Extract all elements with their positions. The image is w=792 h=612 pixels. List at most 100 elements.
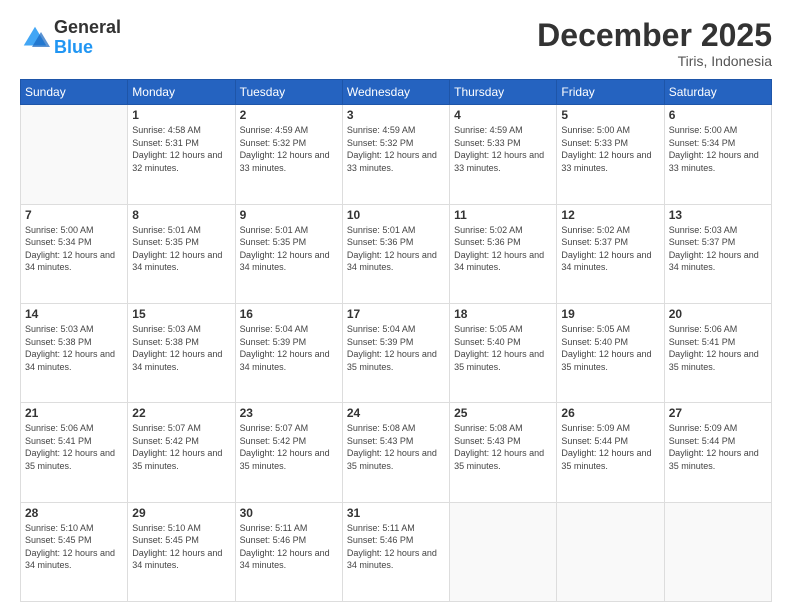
table-cell: 26 Sunrise: 5:09 AM Sunset: 5:44 PM Dayli… — [557, 403, 664, 502]
day-number: 29 — [132, 506, 230, 520]
day-number: 23 — [240, 406, 338, 420]
day-number: 26 — [561, 406, 659, 420]
table-cell: 30 Sunrise: 5:11 AM Sunset: 5:46 PM Dayli… — [235, 502, 342, 601]
day-info: Sunrise: 5:07 AM Sunset: 5:42 PM Dayligh… — [240, 422, 338, 472]
day-number: 27 — [669, 406, 767, 420]
table-cell: 6Sunrise: 5:00 AM Sunset: 5:34 PM Daylig… — [664, 105, 771, 204]
logo-text: General Blue — [54, 18, 121, 58]
table-cell: 14 Sunrise: 5:03 AM Sunset: 5:38 PM Dayli… — [21, 303, 128, 402]
day-info: Sunrise: 4:58 AM Sunset: 5:31 PM Dayligh… — [132, 124, 230, 174]
day-number: 21 — [25, 406, 123, 420]
table-cell: 28 Sunrise: 5:10 AM Sunset: 5:45 PM Dayli… — [21, 502, 128, 601]
day-number: 25 — [454, 406, 552, 420]
table-cell — [450, 502, 557, 601]
day-number: 18 — [454, 307, 552, 321]
table-cell: 9 Sunrise: 5:01 AM Sunset: 5:35 PM Daylig… — [235, 204, 342, 303]
day-number: 1 — [132, 108, 230, 122]
table-cell: 7Sunrise: 5:00 AM Sunset: 5:34 PM Daylig… — [21, 204, 128, 303]
day-info: Sunrise: 5:05 AM Sunset: 5:40 PM Dayligh… — [561, 323, 659, 373]
table-cell: 18 Sunrise: 5:05 AM Sunset: 5:40 PM Dayli… — [450, 303, 557, 402]
day-info: Sunrise: 5:01 AM Sunset: 5:35 PM Dayligh… — [240, 224, 338, 274]
page: General Blue December 2025 Tiris, Indone… — [0, 0, 792, 612]
day-number: 9 — [240, 208, 338, 222]
day-info: Sunrise: 5:06 AM Sunset: 5:41 PM Dayligh… — [25, 422, 123, 472]
day-number: 17 — [347, 307, 445, 321]
day-number: 22 — [132, 406, 230, 420]
day-info: Sunrise: 5:00 AM Sunset: 5:34 PM Dayligh… — [669, 124, 767, 174]
table-cell: 4 Sunrise: 4:59 AM Sunset: 5:33 PM Daylig… — [450, 105, 557, 204]
table-cell: 20 Sunrise: 5:06 AM Sunset: 5:41 PM Dayli… — [664, 303, 771, 402]
day-info: Sunrise: 5:09 AM Sunset: 5:44 PM Dayligh… — [669, 422, 767, 472]
day-number: 4 — [454, 108, 552, 122]
day-number: 24 — [347, 406, 445, 420]
day-number: 31 — [347, 506, 445, 520]
table-cell — [21, 105, 128, 204]
day-info: Sunrise: 5:03 AM Sunset: 5:38 PM Dayligh… — [25, 323, 123, 373]
day-number: 15 — [132, 307, 230, 321]
table-cell — [664, 502, 771, 601]
day-number: 2 — [240, 108, 338, 122]
header-wednesday: Wednesday — [342, 80, 449, 105]
day-number: 28 — [25, 506, 123, 520]
logo-icon — [20, 23, 50, 53]
table-cell: 31 Sunrise: 5:11 AM Sunset: 5:46 PM Dayli… — [342, 502, 449, 601]
week-row-3: 14 Sunrise: 5:03 AM Sunset: 5:38 PM Dayli… — [21, 303, 772, 402]
day-info: Sunrise: 4:59 AM Sunset: 5:32 PM Dayligh… — [240, 124, 338, 174]
table-cell: 5Sunrise: 5:00 AM Sunset: 5:33 PM Daylig… — [557, 105, 664, 204]
weekday-header-row: Sunday Monday Tuesday Wednesday Thursday… — [21, 80, 772, 105]
day-info: Sunrise: 5:10 AM Sunset: 5:45 PM Dayligh… — [25, 522, 123, 572]
header-monday: Monday — [128, 80, 235, 105]
table-cell: 19 Sunrise: 5:05 AM Sunset: 5:40 PM Dayli… — [557, 303, 664, 402]
day-info: Sunrise: 5:07 AM Sunset: 5:42 PM Dayligh… — [132, 422, 230, 472]
header: General Blue December 2025 Tiris, Indone… — [20, 18, 772, 69]
day-number: 3 — [347, 108, 445, 122]
day-number: 11 — [454, 208, 552, 222]
day-info: Sunrise: 5:01 AM Sunset: 5:35 PM Dayligh… — [132, 224, 230, 274]
logo-general: General — [54, 17, 121, 37]
table-cell: 16 Sunrise: 5:04 AM Sunset: 5:39 PM Dayli… — [235, 303, 342, 402]
calendar-subtitle: Tiris, Indonesia — [537, 53, 772, 69]
day-info: Sunrise: 5:11 AM Sunset: 5:46 PM Dayligh… — [240, 522, 338, 572]
table-cell: 10 Sunrise: 5:01 AM Sunset: 5:36 PM Dayli… — [342, 204, 449, 303]
day-info: Sunrise: 5:00 AM Sunset: 5:34 PM Dayligh… — [25, 224, 123, 274]
day-info: Sunrise: 5:04 AM Sunset: 5:39 PM Dayligh… — [240, 323, 338, 373]
header-saturday: Saturday — [664, 80, 771, 105]
week-row-5: 28 Sunrise: 5:10 AM Sunset: 5:45 PM Dayli… — [21, 502, 772, 601]
table-cell: 25 Sunrise: 5:08 AM Sunset: 5:43 PM Dayli… — [450, 403, 557, 502]
day-number: 8 — [132, 208, 230, 222]
table-cell: 17 Sunrise: 5:04 AM Sunset: 5:39 PM Dayli… — [342, 303, 449, 402]
table-cell: 8 Sunrise: 5:01 AM Sunset: 5:35 PM Daylig… — [128, 204, 235, 303]
header-sunday: Sunday — [21, 80, 128, 105]
day-info: Sunrise: 5:11 AM Sunset: 5:46 PM Dayligh… — [347, 522, 445, 572]
calendar-title: December 2025 — [537, 18, 772, 53]
day-info: Sunrise: 5:01 AM Sunset: 5:36 PM Dayligh… — [347, 224, 445, 274]
day-info: Sunrise: 4:59 AM Sunset: 5:33 PM Dayligh… — [454, 124, 552, 174]
day-info: Sunrise: 5:08 AM Sunset: 5:43 PM Dayligh… — [454, 422, 552, 472]
day-info: Sunrise: 5:09 AM Sunset: 5:44 PM Dayligh… — [561, 422, 659, 472]
table-cell: 27 Sunrise: 5:09 AM Sunset: 5:44 PM Dayli… — [664, 403, 771, 502]
table-cell: 21 Sunrise: 5:06 AM Sunset: 5:41 PM Dayli… — [21, 403, 128, 502]
day-info: Sunrise: 5:04 AM Sunset: 5:39 PM Dayligh… — [347, 323, 445, 373]
day-info: Sunrise: 5:10 AM Sunset: 5:45 PM Dayligh… — [132, 522, 230, 572]
day-number: 13 — [669, 208, 767, 222]
table-cell: 13Sunrise: 5:03 AM Sunset: 5:37 PM Dayli… — [664, 204, 771, 303]
day-info: Sunrise: 5:05 AM Sunset: 5:40 PM Dayligh… — [454, 323, 552, 373]
table-cell: 23 Sunrise: 5:07 AM Sunset: 5:42 PM Dayli… — [235, 403, 342, 502]
day-number: 30 — [240, 506, 338, 520]
week-row-2: 7Sunrise: 5:00 AM Sunset: 5:34 PM Daylig… — [21, 204, 772, 303]
day-info: Sunrise: 5:02 AM Sunset: 5:36 PM Dayligh… — [454, 224, 552, 274]
day-number: 10 — [347, 208, 445, 222]
day-info: Sunrise: 4:59 AM Sunset: 5:32 PM Dayligh… — [347, 124, 445, 174]
header-thursday: Thursday — [450, 80, 557, 105]
week-row-4: 21 Sunrise: 5:06 AM Sunset: 5:41 PM Dayli… — [21, 403, 772, 502]
logo-blue: Blue — [54, 37, 93, 57]
day-number: 19 — [561, 307, 659, 321]
logo: General Blue — [20, 18, 121, 58]
day-info: Sunrise: 5:06 AM Sunset: 5:41 PM Dayligh… — [669, 323, 767, 373]
day-number: 14 — [25, 307, 123, 321]
day-number: 16 — [240, 307, 338, 321]
table-cell — [557, 502, 664, 601]
table-cell: 24Sunrise: 5:08 AM Sunset: 5:43 PM Dayli… — [342, 403, 449, 502]
title-block: December 2025 Tiris, Indonesia — [537, 18, 772, 69]
day-number: 20 — [669, 307, 767, 321]
